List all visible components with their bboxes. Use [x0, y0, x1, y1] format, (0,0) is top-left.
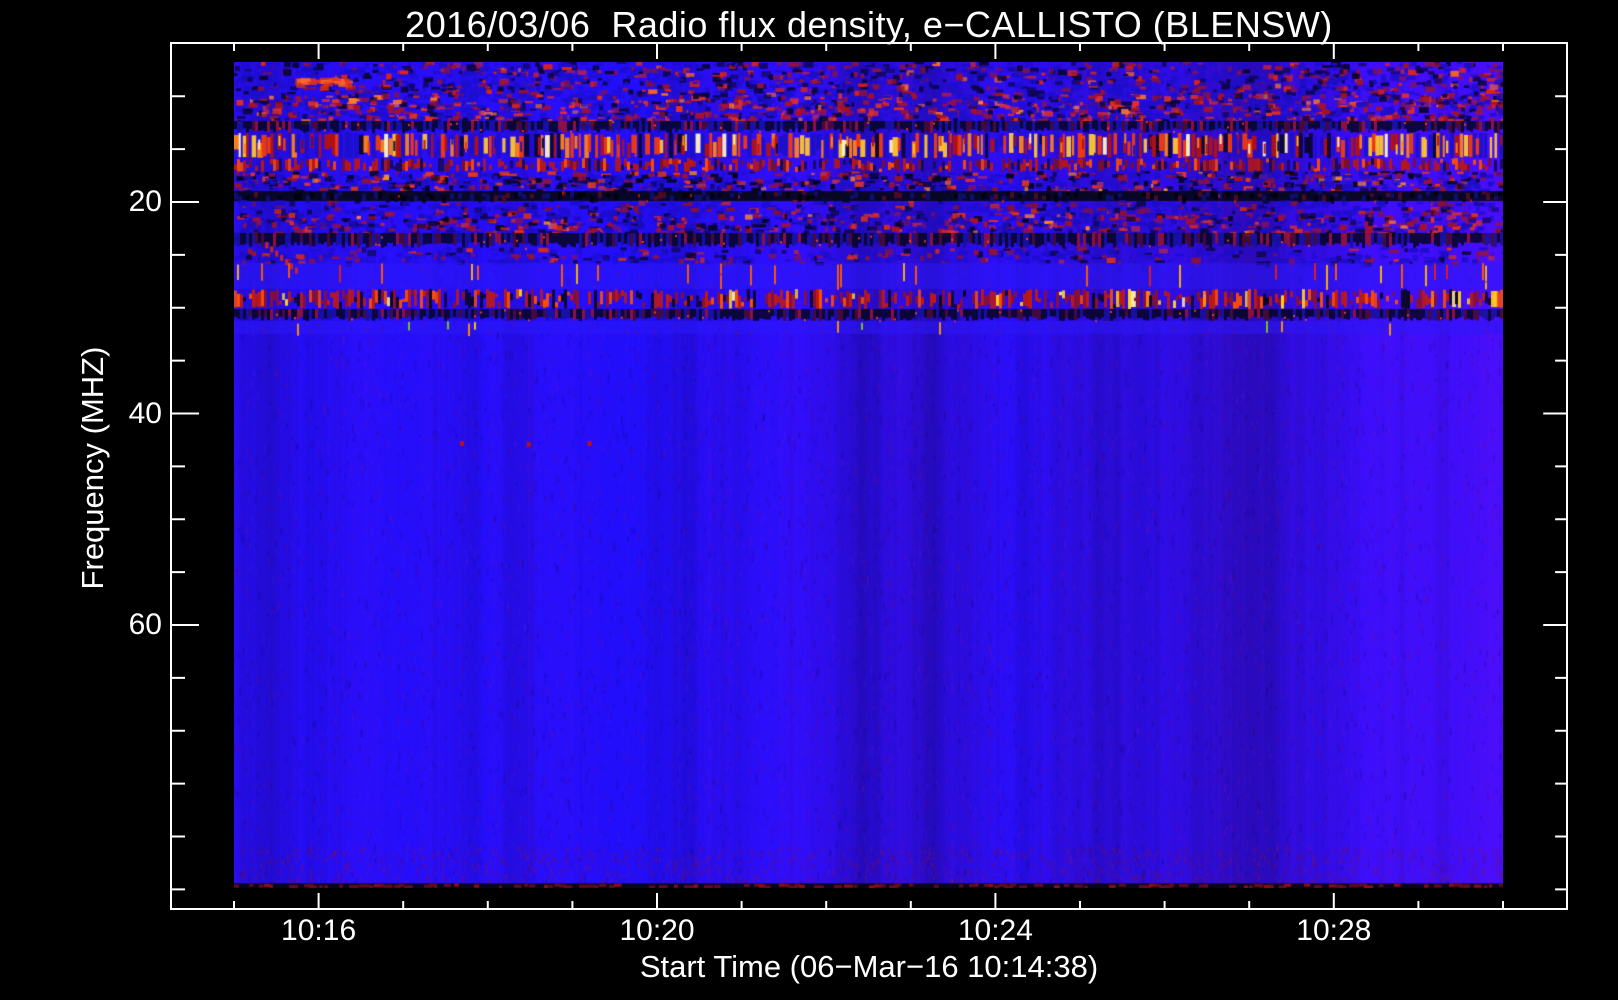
y-tick-label: 60	[128, 608, 162, 641]
x-tick-label: 10:20	[619, 914, 695, 947]
x-tick-label: 10:16	[281, 914, 357, 947]
chart-title: 2016/03/06 Radio flux density, e−CALLIST…	[405, 4, 1333, 45]
x-tick-label: 10:28	[1296, 914, 1372, 947]
x-axis-title: Start Time (06−Mar−16 10:14:38)	[639, 949, 1099, 984]
y-axis-title: Frequency (MHZ)	[75, 346, 110, 590]
x-tick-label: 10:24	[957, 914, 1033, 947]
spectrogram-heatmap	[234, 62, 1503, 888]
y-tick-label: 40	[128, 396, 162, 430]
spectrogram-page: 2016/03/06 Radio flux density, e−CALLIST…	[0, 0, 1618, 1000]
y-tick-label: 20	[128, 185, 162, 218]
